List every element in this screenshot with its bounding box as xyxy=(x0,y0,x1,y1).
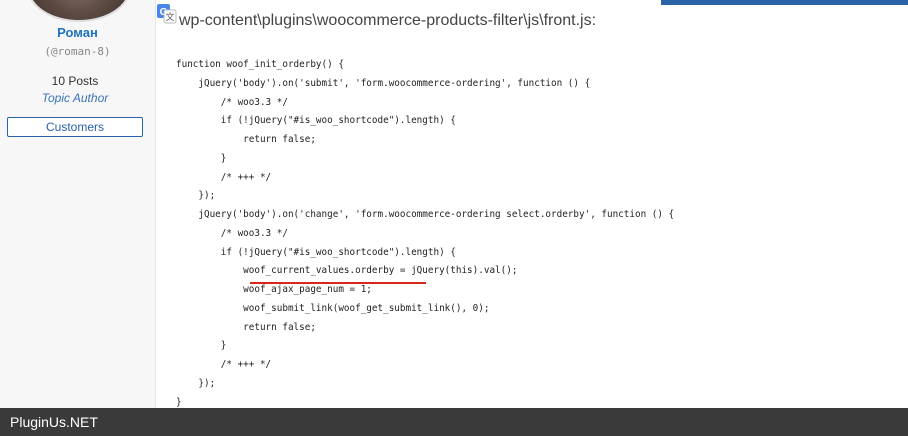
code-line: }); xyxy=(176,377,216,389)
highlight-underline xyxy=(250,282,426,284)
code-line: jQuery('body').on('submit', 'form.woocom… xyxy=(176,77,591,89)
top-accent-bar xyxy=(661,0,908,5)
code-line: /* woo3.3 */ xyxy=(176,96,288,108)
topic-author-label: Topic Author xyxy=(41,91,109,105)
code-line: woof_current_values.orderby = jQuery(thi… xyxy=(176,265,518,277)
code-line: jQuery('body').on('change', 'form.woocom… xyxy=(176,209,675,220)
role-badge: Customers xyxy=(7,117,143,137)
footer-brand[interactable]: PluginUs.NET xyxy=(10,414,98,430)
svg-text:文: 文 xyxy=(165,11,174,23)
post-count: 10 Posts xyxy=(51,74,99,88)
code-line: } xyxy=(176,152,227,164)
author-handle: (@roman-8) xyxy=(44,45,111,58)
translate-icon[interactable]: G 文 xyxy=(157,4,177,24)
code-line: }); xyxy=(176,190,216,202)
code-line: if (!jQuery("#is_woo_shortcode").length)… xyxy=(176,115,456,127)
code-line: return false; xyxy=(176,321,316,333)
author-name[interactable]: Роман xyxy=(0,25,155,40)
code-line: return false; xyxy=(176,134,316,145)
code-line: /* +++ */ xyxy=(176,359,272,370)
code-block: function woof_init_orderby() { jQuery('b… xyxy=(176,56,674,412)
code-line: function woof_init_orderby() { xyxy=(176,59,344,70)
footer-bar: PluginUs.NET xyxy=(0,408,908,436)
code-line: /* woo3.3 */ xyxy=(176,227,288,239)
code-line: } xyxy=(176,340,227,352)
code-line: woof_submit_link(woof_get_submit_link(),… xyxy=(176,302,490,314)
code-line: /* +++ */ xyxy=(176,171,272,183)
code-line: if (!jQuery("#is_woo_shortcode").length)… xyxy=(176,246,456,258)
file-path-heading: wp-content\plugins\woocommerce-products-… xyxy=(179,12,597,29)
author-sidebar: Роман (@roman-8) 10 Posts Topic Author C… xyxy=(0,0,156,408)
avatar[interactable] xyxy=(27,0,131,22)
